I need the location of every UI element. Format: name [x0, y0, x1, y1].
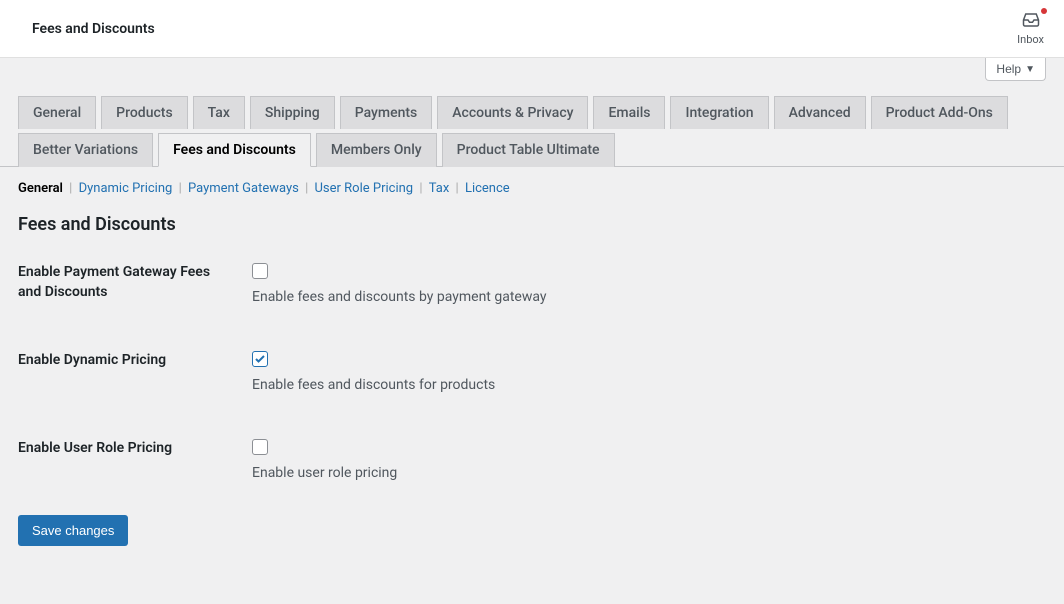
tab-payments[interactable]: Payments	[340, 96, 433, 129]
setting-row-dynamic-pricing: Enable Dynamic Pricing Enable fees and d…	[18, 351, 1046, 393]
sublink-licence[interactable]: Licence	[465, 181, 510, 196]
content-area: Help ▼ General Products Tax Shipping Pay…	[0, 58, 1064, 546]
setting-row-user-role-pricing: Enable User Role Pricing Enable user rol…	[18, 439, 1046, 481]
tab-advanced[interactable]: Advanced	[774, 96, 866, 129]
sublink-tax[interactable]: Tax	[429, 181, 450, 196]
tab-tax[interactable]: Tax	[193, 96, 245, 129]
tab-accounts-privacy[interactable]: Accounts & Privacy	[437, 96, 588, 129]
check-icon	[254, 353, 266, 365]
checkbox-payment-gateway[interactable]	[252, 263, 268, 279]
settings-form: Fees and Discounts Enable Payment Gatewa…	[0, 196, 1064, 481]
sublink-payment-gateways[interactable]: Payment Gateways	[188, 181, 299, 196]
tab-better-variations[interactable]: Better Variations	[18, 133, 153, 167]
checkbox-dynamic-pricing[interactable]	[252, 351, 268, 367]
admin-header: Fees and Discounts Inbox	[0, 0, 1064, 58]
page-title: Fees and Discounts	[32, 21, 155, 37]
help-button-label: Help	[996, 62, 1021, 76]
tab-emails[interactable]: Emails	[593, 96, 665, 129]
inbox-button[interactable]: Inbox	[1017, 11, 1044, 46]
save-button[interactable]: Save changes	[18, 515, 128, 546]
setting-label: Enable Dynamic Pricing	[18, 351, 252, 371]
inbox-icon	[1022, 11, 1040, 29]
section-title: Fees and Discounts	[18, 214, 1046, 235]
tab-product-table-ultimate[interactable]: Product Table Ultimate	[442, 133, 615, 167]
inbox-label: Inbox	[1017, 33, 1044, 46]
setting-label: Enable User Role Pricing	[18, 439, 252, 459]
tab-general[interactable]: General	[18, 96, 96, 129]
chevron-down-icon: ▼	[1025, 64, 1035, 75]
sublink-user-role-pricing[interactable]: User Role Pricing	[315, 181, 414, 196]
primary-tabs: General Products Tax Shipping Payments A…	[0, 58, 1064, 167]
sublink-dynamic-pricing[interactable]: Dynamic Pricing	[79, 181, 173, 196]
tab-products[interactable]: Products	[101, 96, 188, 129]
tab-shipping[interactable]: Shipping	[250, 96, 335, 129]
setting-description: Enable fees and discounts for products	[252, 377, 1046, 393]
setting-row-payment-gateway: Enable Payment Gateway Fees and Discount…	[18, 263, 1046, 305]
setting-description: Enable fees and discounts by payment gat…	[252, 289, 1046, 305]
help-button[interactable]: Help ▼	[985, 58, 1046, 81]
tab-integration[interactable]: Integration	[670, 96, 768, 129]
notification-dot-icon	[1041, 8, 1047, 14]
checkbox-user-role-pricing[interactable]	[252, 439, 268, 455]
tab-product-addons[interactable]: Product Add-Ons	[871, 96, 1008, 129]
setting-label: Enable Payment Gateway Fees and Discount…	[18, 263, 252, 302]
tab-members-only[interactable]: Members Only	[316, 133, 437, 167]
sub-navigation: General | Dynamic Pricing | Payment Gate…	[0, 167, 1064, 196]
tab-fees-discounts[interactable]: Fees and Discounts	[158, 133, 311, 167]
setting-description: Enable user role pricing	[252, 465, 1046, 481]
sublink-general[interactable]: General	[18, 181, 63, 196]
